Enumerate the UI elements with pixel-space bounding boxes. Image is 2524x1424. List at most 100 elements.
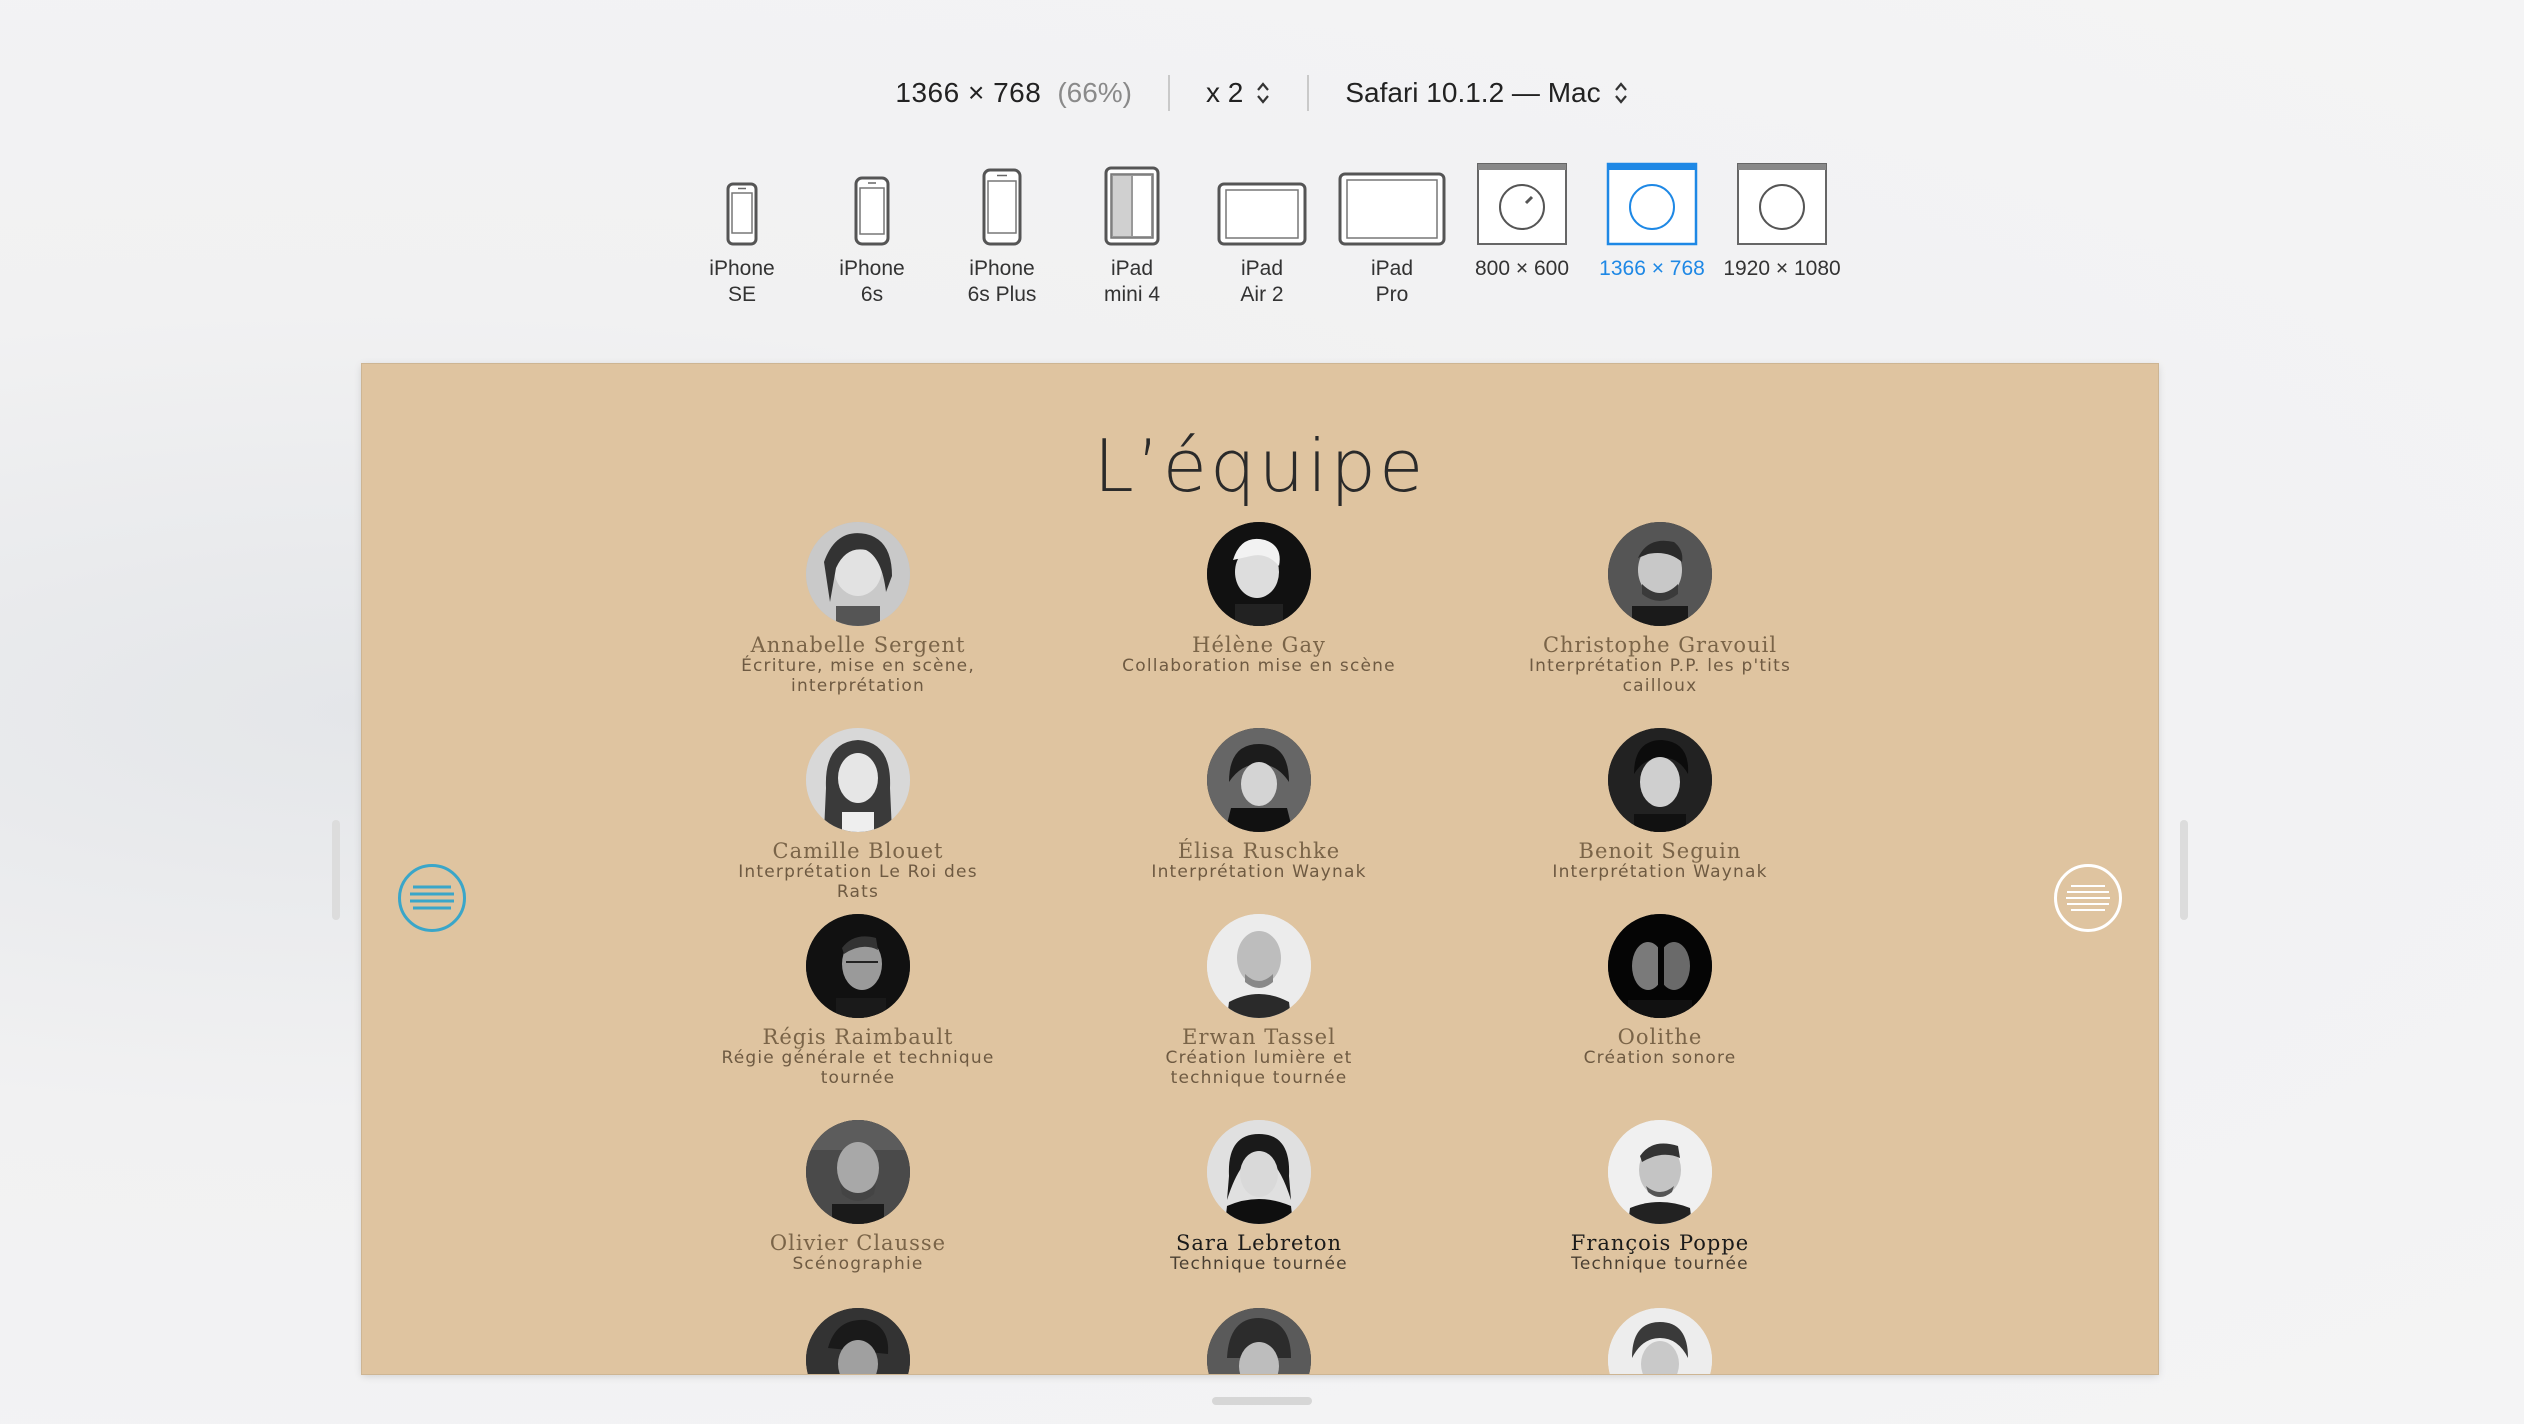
- member-name: Camille Blouet: [772, 839, 944, 863]
- device-label: iPad mini 4: [1103, 257, 1161, 306]
- team-member[interactable]: Régis Raimbault Régie générale et techni…: [688, 914, 1028, 1088]
- team-member[interactable]: [688, 1308, 1028, 1374]
- avatar: [1207, 914, 1311, 1018]
- responsive-viewport: L’équipe Annabelle Sergent Écriture, mis…: [362, 364, 2158, 1374]
- phone-icon: [726, 158, 758, 246]
- tablet-landscape-icon: [1338, 158, 1446, 246]
- device-label: 800 × 600: [1474, 257, 1569, 280]
- resize-handle-bottom[interactable]: [1212, 1397, 1312, 1405]
- member-name: Régis Raimbault: [762, 1025, 954, 1049]
- team-member[interactable]: Annabelle Sergent Écriture, mise en scèn…: [688, 522, 1028, 696]
- device-label: iPhone SE: [709, 257, 775, 306]
- browser-value: Safari 10.1.2 — Mac: [1345, 77, 1601, 108]
- device-label: 1366 × 768: [1599, 257, 1705, 280]
- team-member[interactable]: François Poppe Technique tournée: [1490, 1120, 1830, 1274]
- device-label: iPhone 6s: [839, 257, 905, 306]
- tablet-landscape-icon: [1217, 158, 1307, 246]
- device-1920x1080[interactable]: 1920 × 1080: [1717, 158, 1847, 282]
- team-member[interactable]: Sara Lebreton Technique tournée: [1089, 1120, 1429, 1274]
- member-name: Sara Lebreton: [1175, 1231, 1343, 1255]
- device-ipad-air-2[interactable]: iPad Air 2: [1197, 158, 1327, 308]
- member-role: Interprétation Waynak: [1151, 862, 1367, 882]
- page-title: L’équipe: [1093, 424, 1427, 508]
- menu-button-left[interactable]: [398, 864, 466, 932]
- device-iphone-6s[interactable]: iPhone 6s: [807, 158, 937, 308]
- avatar: [1608, 1120, 1712, 1224]
- member-name: Annabelle Sergent: [750, 633, 966, 657]
- team-member[interactable]: Camille Blouet Interprétation Le Roi des…: [688, 728, 1028, 902]
- member-role: Interprétation Le Roi des Rats: [738, 862, 978, 902]
- device-label: 1920 × 1080: [1723, 257, 1841, 280]
- device-label: iPhone 6s Plus: [967, 257, 1037, 306]
- avatar: [1207, 1120, 1311, 1224]
- member-name: Benoit Seguin: [1578, 839, 1742, 863]
- hamburger-icon: [2066, 885, 2110, 911]
- phone-icon: [982, 158, 1022, 246]
- member-name: Olivier Clausse: [769, 1231, 947, 1255]
- avatar: [1207, 1308, 1311, 1374]
- avatar: [806, 914, 910, 1018]
- avatar: [806, 1120, 910, 1224]
- device-ipad-pro[interactable]: iPad Pro: [1327, 158, 1457, 308]
- safari-window-icon: [1606, 158, 1698, 246]
- team-member[interactable]: Élisa Ruschke Interprétation Waynak: [1089, 728, 1429, 882]
- team-member[interactable]: [1089, 1308, 1429, 1374]
- member-role: Interprétation Waynak: [1552, 862, 1768, 882]
- browser-select[interactable]: Safari 10.1.2 — Mac: [1345, 77, 1628, 109]
- resize-handle-right[interactable]: [2180, 820, 2188, 920]
- avatar: [1608, 914, 1712, 1018]
- safari-window-icon: [1476, 158, 1568, 246]
- avatar: [806, 728, 910, 832]
- avatar: [1608, 1308, 1712, 1374]
- avatar: [1608, 728, 1712, 832]
- scale-percent: (66%): [1057, 77, 1133, 108]
- device-800x600[interactable]: 800 × 600: [1457, 158, 1587, 282]
- member-role: Scénographie: [792, 1254, 924, 1274]
- member-name: Hélène Gay: [1192, 633, 1326, 657]
- menu-button-right[interactable]: [2054, 864, 2122, 932]
- member-role: Collaboration mise en scène: [1122, 656, 1396, 676]
- toolbar-divider: [1307, 75, 1310, 111]
- toolbar-divider: [1168, 75, 1171, 111]
- team-member[interactable]: Olivier Clausse Scénographie: [688, 1120, 1028, 1274]
- tablet-icon: [1104, 158, 1160, 246]
- device-presets: iPhone SE iPhone 6s iPhone 6s Plus iPad …: [0, 158, 2524, 308]
- team-member[interactable]: Christophe Gravouil Interprétation P.P. …: [1490, 522, 1830, 696]
- phone-icon: [854, 158, 890, 246]
- avatar: [1207, 728, 1311, 832]
- team-member[interactable]: [1490, 1308, 1830, 1374]
- updown-chevron-icon: [1613, 80, 1629, 106]
- hamburger-icon: [410, 885, 454, 910]
- member-name: Élisa Ruschke: [1177, 839, 1341, 863]
- member-role: Création lumière et technique tournée: [1165, 1048, 1353, 1088]
- team-member[interactable]: Hélène Gay Collaboration mise en scène: [1089, 522, 1429, 676]
- pixel-ratio-select[interactable]: x 2: [1206, 77, 1271, 109]
- team-member[interactable]: Erwan Tassel Création lumière et techniq…: [1089, 914, 1429, 1088]
- avatar: [806, 1308, 910, 1374]
- member-role: Technique tournée: [1571, 1254, 1749, 1274]
- member-role: Technique tournée: [1170, 1254, 1348, 1274]
- device-label: iPad Air 2: [1240, 257, 1284, 306]
- member-name: Oolithe: [1617, 1025, 1703, 1049]
- device-iphone-se[interactable]: iPhone SE: [677, 158, 807, 308]
- dimension-display: 1366 × 768 (66%): [895, 77, 1132, 109]
- device-ipad-mini-4[interactable]: iPad mini 4: [1067, 158, 1197, 308]
- member-role: Écriture, mise en scène, interprétation: [741, 656, 975, 696]
- member-role: Régie générale et technique tournée: [721, 1048, 995, 1088]
- member-role: Création sonore: [1583, 1048, 1737, 1068]
- team-member[interactable]: Oolithe Création sonore: [1490, 914, 1830, 1068]
- avatar: [1608, 522, 1712, 626]
- responsive-toolbar: 1366 × 768 (66%) x 2 Safari 10.1.2 — Mac: [0, 68, 2524, 118]
- member-name: Erwan Tassel: [1182, 1025, 1336, 1049]
- resize-handle-left[interactable]: [332, 820, 340, 920]
- avatar: [1207, 522, 1311, 626]
- pixel-ratio-value: x 2: [1206, 77, 1244, 108]
- safari-window-icon: [1736, 158, 1828, 246]
- device-label: iPad Pro: [1370, 257, 1414, 306]
- team-member[interactable]: Benoit Seguin Interprétation Waynak: [1490, 728, 1830, 882]
- viewport-dimensions: 1366 × 768: [895, 77, 1042, 108]
- device-1366x768[interactable]: 1366 × 768: [1587, 158, 1717, 282]
- avatar: [806, 522, 910, 626]
- member-name: Christophe Gravouil: [1542, 633, 1778, 657]
- device-iphone-6s-plus[interactable]: iPhone 6s Plus: [937, 158, 1067, 308]
